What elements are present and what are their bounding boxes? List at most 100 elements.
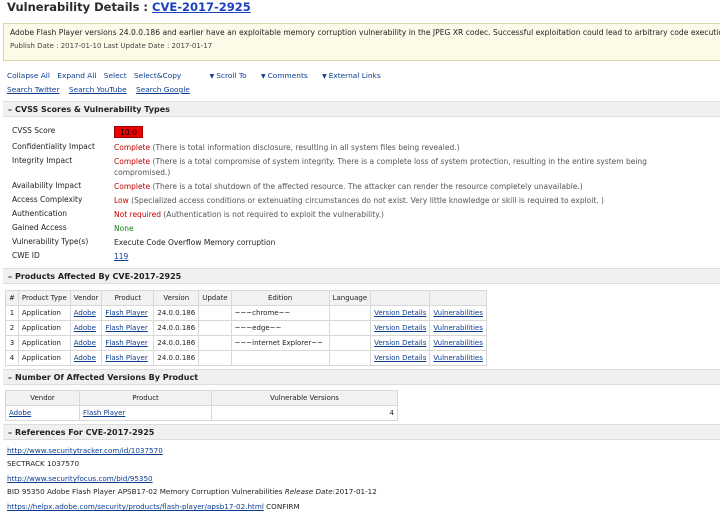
reference-title: BID 95350 Adobe Flash Player APSB17-02 M… [7,487,283,496]
integrity-label: Integrity Impact [12,156,73,165]
version-details-link[interactable]: Version Details [374,339,426,347]
search-twitter-link[interactable]: Search Twitter [7,85,60,94]
reference-text: BID 95350 Adobe Flash Player APSB17-02 M… [7,487,377,496]
cell-edition [230,350,330,366]
product-link[interactable]: Flash Player [105,324,147,332]
gained-access-value: None [114,224,134,233]
cwe-id-link[interactable]: 119 [114,252,128,261]
version-details-link[interactable]: Version Details [374,324,426,332]
scroll-to-link[interactable]: Scroll To [216,71,246,80]
versions-table: Vendor Product Vulnerable Versions Adobe… [5,390,398,421]
products-section-header[interactable]: – Products Affected By CVE-2017-2925 [3,268,720,284]
cvss-section-header[interactable]: – CVSS Scores & Vulnerability Types [3,101,720,117]
cell-product-type: Application [17,350,71,366]
vulnerabilities-link[interactable]: Vulnerabilities [433,324,483,332]
cell-language [328,305,372,321]
vendor-link[interactable]: Adobe [74,324,96,332]
cell-edition: ~~~edge~~ [230,320,330,336]
table-row: 3 Application Adobe Flash Player 24.0.0.186 ~… [5,335,487,351]
expand-all-link[interactable]: Expand All [57,71,96,80]
vulnerabilities-link[interactable]: Vulnerabilities [433,339,483,347]
select-copy-link[interactable]: Select&Copy [134,71,181,80]
col-num: # [5,290,19,306]
product-link[interactable]: Flash Player [83,409,125,417]
summary-box: Adobe Flash Player versions 24.0.0.186 a… [3,23,720,61]
authentication-desc: (Authentication is not required to explo… [163,210,384,219]
versions-section-header[interactable]: – Number Of Affected Versions By Product [3,369,720,385]
version-details-link[interactable]: Version Details [374,309,426,317]
cvss-score-badge: 10.0 [114,126,143,138]
vendor-link[interactable]: Adobe [74,309,96,317]
cell-product-type: Application [17,320,71,336]
cell-product-type: Application [17,335,71,351]
references-section-title: References For CVE-2017-2925 [15,428,155,437]
col-update: Update [198,290,232,306]
external-links-link[interactable]: External Links [329,71,381,80]
references-section-header[interactable]: – References For CVE-2017-2925 [3,424,720,440]
version-details-link[interactable]: Version Details [374,354,426,362]
cell-edition: ~~~chrome~~ [230,305,330,321]
external-links-arrow-icon: ▼ [322,73,327,80]
table-row: Adobe Flash Player 4 [5,405,398,421]
cell-num: 3 [5,335,19,351]
col-product: Product [79,390,212,406]
cell-language [328,350,372,366]
access-complexity-desc: (Specialized access conditions or extenu… [131,196,604,205]
reference-text: SECTRACK 1037570 [7,459,80,468]
vendor-link[interactable]: Adobe [74,339,96,347]
product-link[interactable]: Flash Player [105,354,147,362]
cell-num: 4 [5,350,19,366]
reference-text: CONFIRM [266,502,300,511]
collapse-icon[interactable]: – [8,373,12,382]
vendor-link[interactable]: Adobe [9,409,31,417]
vuln-types-value: Execute Code Overflow Memory corruption [114,238,276,247]
product-link[interactable]: Flash Player [105,309,147,317]
cell-version: 24.0.0.186 [153,320,200,336]
collapse-icon[interactable]: – [8,272,12,281]
cve-id-link[interactable]: CVE-2017-2925 [152,0,251,14]
vulnerabilities-link[interactable]: Vulnerabilities [433,309,483,317]
cell-language [328,320,372,336]
cell-version: 24.0.0.186 [153,350,200,366]
cell-num: 2 [5,320,19,336]
vulnerable-versions-count: 4 [211,405,398,421]
authentication-value: Not required [114,210,161,219]
vuln-types-label: Vulnerability Type(s) [12,237,89,246]
cwe-id-label: CWE ID [12,251,40,260]
confidentiality-value: Complete [114,143,151,152]
comments-arrow-icon: ▼ [261,73,266,80]
col-details [370,290,431,306]
cell-update [198,350,232,366]
reference-link[interactable]: http://www.securitytracker.com/id/103757… [7,446,163,455]
reference-link[interactable]: https://helpx.adobe.com/security/product… [7,502,264,511]
release-date-label: Release Date: [284,487,336,496]
integrity-desc: (There is a total compromise of system i… [114,157,647,177]
cvss-score-label: CVSS Score [12,126,56,135]
access-complexity-label: Access Complexity [12,195,83,204]
col-edition: Edition [230,290,330,306]
col-product-type: Product Type [17,290,71,306]
comments-link[interactable]: Comments [268,71,308,80]
gained-access-label: Gained Access [12,223,67,232]
col-product: Product [101,290,155,306]
cell-edition: ~~~internet Explorer~~ [230,335,330,351]
confidentiality-label: Confidentiality Impact [12,142,95,151]
cell-update [198,320,232,336]
cell-product-type: Application [17,305,71,321]
confidentiality-desc: (There is total information disclosure, … [152,143,460,152]
select-link[interactable]: Select [104,71,127,80]
vendor-link[interactable]: Adobe [74,354,96,362]
authentication-label: Authentication [12,209,68,218]
search-google-link[interactable]: Search Google [136,85,190,94]
vulnerabilities-link[interactable]: Vulnerabilities [433,354,483,362]
search-youtube-link[interactable]: Search YouTube [69,85,127,94]
collapse-all-link[interactable]: Collapse All [7,71,50,80]
reference-link[interactable]: http://www.securityfocus.com/bid/95350 [7,474,153,483]
table-row: 2 Application Adobe Flash Player 24.0.0.186 ~… [5,320,487,336]
collapse-icon[interactable]: – [8,105,12,114]
collapse-icon[interactable]: – [8,428,12,437]
col-version: Version [153,290,200,306]
versions-header-row: Vendor Product Vulnerable Versions [5,390,398,406]
product-link[interactable]: Flash Player [105,339,147,347]
integrity-value: Complete [114,157,151,166]
